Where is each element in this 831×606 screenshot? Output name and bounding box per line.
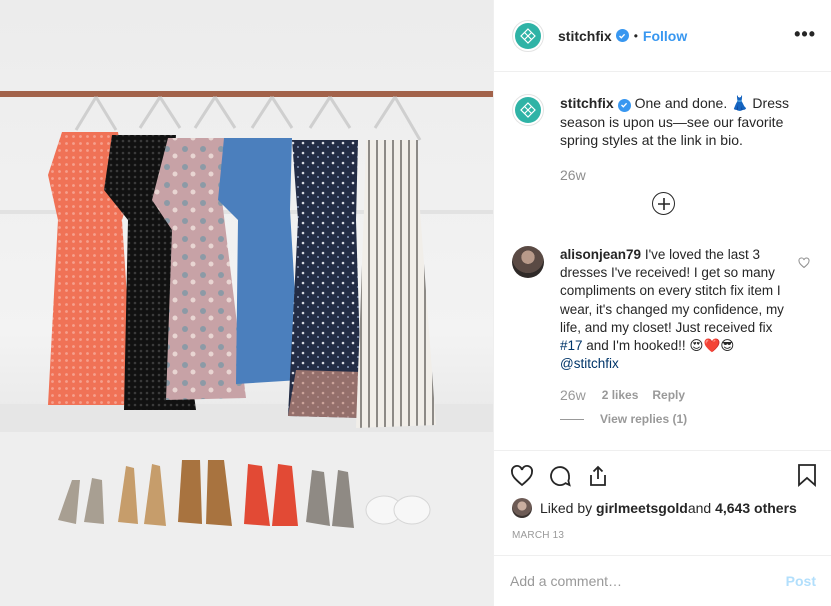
post-header: stitchfix • Follow ••• <box>494 0 831 72</box>
hashtag-link[interactable]: #17 <box>560 338 583 353</box>
add-comment-bar: Post <box>494 555 831 606</box>
post-timestamp[interactable]: 26w <box>560 166 810 185</box>
commenter-avatar[interactable] <box>512 246 544 278</box>
likes-summary: Liked by girlmeetsgold and 4,643 others <box>512 498 797 518</box>
view-replies-button[interactable]: View replies (1) <box>560 412 824 426</box>
add-circle-icon <box>657 197 670 210</box>
view-replies-label: View replies (1) <box>600 412 688 427</box>
reply-button[interactable]: Reply <box>652 388 685 402</box>
replies-divider <box>560 418 584 420</box>
verified-badge-icon <box>615 29 629 42</box>
heart-icon[interactable] <box>510 464 534 488</box>
avatar[interactable] <box>512 19 544 52</box>
avatar[interactable] <box>512 94 544 126</box>
mention-link[interactable]: @stitchfix <box>560 356 619 371</box>
post-button[interactable]: Post <box>786 573 816 589</box>
likes-count[interactable]: 4,643 others <box>715 500 797 516</box>
comment-item: alisonjean79 I've loved the last 3 dress… <box>512 246 824 426</box>
follow-button[interactable]: Follow <box>643 28 687 44</box>
verified-badge-icon <box>617 98 631 112</box>
comment-body: alisonjean79 I've loved the last 3 dress… <box>560 246 788 373</box>
post-photo[interactable] <box>0 0 493 606</box>
comment-meta: 26w 2 likes Reply <box>560 387 824 403</box>
separator-dot: • <box>633 28 638 43</box>
comment-icon[interactable] <box>548 464 572 488</box>
load-more-comments-button[interactable] <box>652 192 675 215</box>
photo-illustration <box>0 91 493 606</box>
more-options-button[interactable]: ••• <box>794 24 816 45</box>
bookmark-icon[interactable] <box>796 463 818 492</box>
caption: stitchfix One and done. 👗 Dress season i… <box>512 94 812 184</box>
stitchfix-logo-icon <box>515 97 541 123</box>
comment-likes[interactable]: 2 likes <box>602 388 639 402</box>
likes-prefix: Liked by <box>540 500 593 516</box>
post-actions <box>494 450 831 500</box>
caption-username[interactable]: stitchfix <box>560 95 614 111</box>
post-details-panel: stitchfix • Follow ••• stitchfix One and… <box>493 0 831 606</box>
like-comment-icon[interactable] <box>798 256 810 274</box>
post-date[interactable]: MARCH 13 <box>512 530 564 541</box>
comment-username[interactable]: alisonjean79 <box>560 247 641 262</box>
comment-input[interactable] <box>510 573 786 589</box>
comment-text-after: and I'm hooked!! 😍❤️😎 <box>582 338 735 354</box>
header-username[interactable]: stitchfix <box>558 28 612 44</box>
caption-body: stitchfix One and done. 👗 Dress season i… <box>560 94 810 184</box>
liker-username[interactable]: girlmeetsgold <box>596 500 688 516</box>
comment-timestamp[interactable]: 26w <box>560 387 586 403</box>
share-icon[interactable] <box>586 464 610 488</box>
liker-avatar[interactable] <box>512 498 532 518</box>
stitchfix-logo-icon <box>515 22 541 49</box>
likes-middle: and <box>687 500 712 516</box>
